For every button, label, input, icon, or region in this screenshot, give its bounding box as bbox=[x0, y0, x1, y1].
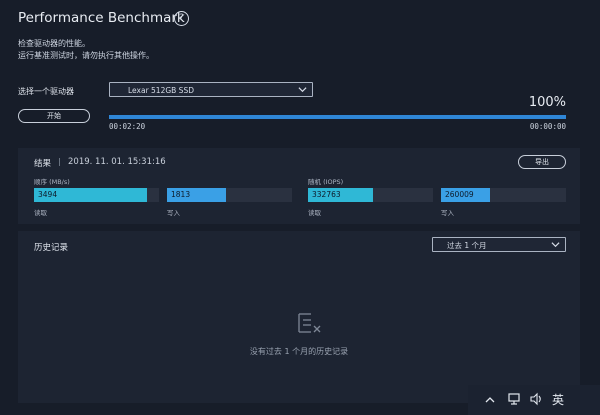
progress-percent: 100% bbox=[528, 95, 566, 110]
seq-write-bar: 1813 bbox=[167, 188, 226, 202]
tray-up-icon[interactable] bbox=[484, 394, 496, 406]
network-icon[interactable] bbox=[507, 392, 521, 406]
seq-read-caption: 读取 bbox=[34, 209, 47, 217]
rand-write-bar: 260009 bbox=[441, 188, 490, 202]
drive-select[interactable]: Lexar 512GB SSD bbox=[109, 82, 313, 97]
volume-icon[interactable] bbox=[529, 392, 543, 406]
results-label: 结果 bbox=[34, 159, 52, 169]
history-range-value: 过去 1 个月 bbox=[447, 241, 487, 250]
progress-fill bbox=[109, 115, 566, 119]
history-range-select[interactable]: 过去 1 个月 bbox=[432, 237, 566, 252]
results-separator: | bbox=[58, 157, 61, 166]
random-label: 随机 (IOPS) bbox=[308, 178, 344, 186]
rand-read-bar: 332763 bbox=[308, 188, 373, 202]
page-title: Performance Benchmark bbox=[18, 10, 185, 26]
history-empty-text: 没有过去 1 个月的历史记录 bbox=[249, 347, 349, 356]
chevron-down-icon bbox=[298, 87, 307, 93]
drive-select-value: Lexar 512GB SSD bbox=[128, 86, 194, 95]
empty-list-icon bbox=[298, 313, 321, 333]
rand-read-caption: 读取 bbox=[308, 209, 321, 217]
remaining-time: 00:00:00 bbox=[529, 122, 566, 131]
elapsed-time: 00:02:20 bbox=[109, 122, 146, 131]
rand-write-caption: 写入 bbox=[441, 209, 454, 217]
start-button[interactable]: 开始 bbox=[18, 109, 90, 123]
seq-write-caption: 写入 bbox=[167, 209, 180, 217]
sequential-label: 顺序 (MB/s) bbox=[34, 178, 70, 186]
chevron-down-icon bbox=[551, 242, 560, 248]
export-button[interactable]: 导出 bbox=[518, 155, 566, 169]
results-timestamp: 2019. 11. 01. 15:31:16 bbox=[68, 157, 166, 167]
description-line-1: 检查驱动器的性能。 bbox=[18, 39, 90, 48]
ime-icon[interactable]: 英 bbox=[550, 391, 566, 407]
help-icon[interactable]: ? bbox=[174, 11, 189, 26]
drive-label: 选择一个驱动器 bbox=[18, 87, 74, 96]
seq-read-bar: 3494 bbox=[34, 188, 147, 202]
history-label: 历史记录 bbox=[34, 243, 69, 253]
description-line-2: 运行基准测试时，请勿执行其他操作。 bbox=[18, 51, 154, 60]
